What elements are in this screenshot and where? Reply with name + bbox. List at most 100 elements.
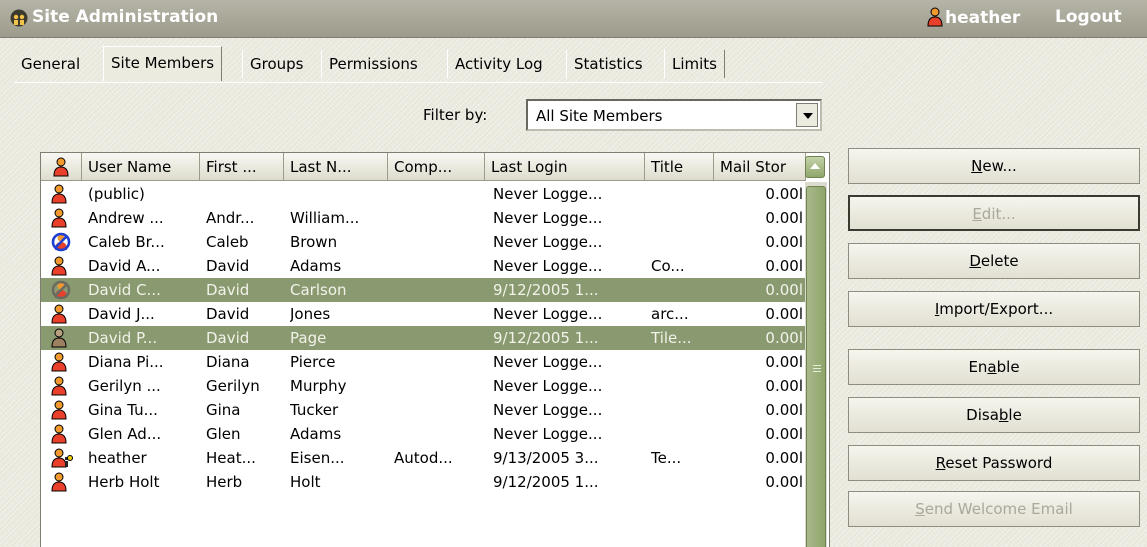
import-export-button[interactable]: Import/Export... bbox=[848, 291, 1140, 327]
cell-last-login: Never Logge... bbox=[493, 257, 603, 275]
button-label-part: end Welcome Email bbox=[924, 500, 1073, 518]
column-header-title[interactable]: Title bbox=[645, 153, 714, 181]
cell-user-name: Herb Holt bbox=[88, 473, 160, 491]
cell-first-name: David bbox=[206, 305, 250, 323]
column-header-last-name[interactable]: Last N... bbox=[284, 153, 388, 181]
cell-mail-storage: 0.00l bbox=[765, 305, 803, 323]
cell-last-login: Never Logge... bbox=[493, 425, 603, 443]
column-header-status[interactable] bbox=[41, 153, 82, 181]
cell-last-login: Never Logge... bbox=[493, 209, 603, 227]
disable-button[interactable]: Disable bbox=[848, 397, 1140, 433]
cell-last-name: Eisen... bbox=[290, 449, 345, 467]
cell-last-name: Tucker bbox=[290, 401, 339, 419]
cell-user-name: Andrew ... bbox=[88, 209, 164, 227]
cell-first-name: Diana bbox=[206, 353, 250, 371]
scroll-up-button[interactable] bbox=[805, 156, 825, 178]
button-label-part: elete bbox=[980, 252, 1019, 270]
user-icon bbox=[51, 208, 73, 232]
user-icon bbox=[51, 256, 73, 280]
table-row[interactable]: Gerilyn ... Gerilyn Murphy Never Logge... 0.… bbox=[41, 374, 805, 398]
enable-button[interactable]: Enable bbox=[848, 349, 1140, 385]
cell-company bbox=[394, 254, 483, 278]
table-row[interactable]: Andrew ... Andr... William... Never Logge..… bbox=[41, 206, 805, 230]
column-header-last-login[interactable]: Last Login bbox=[485, 153, 645, 181]
cell-first-name: Herb bbox=[206, 473, 243, 491]
cell-title bbox=[651, 182, 712, 206]
cell-user-name: Diana Pi... bbox=[88, 353, 164, 371]
cell-last-login: Never Logge... bbox=[493, 401, 603, 419]
admin-user-icon bbox=[51, 448, 73, 472]
cell-last-name: Page bbox=[290, 329, 327, 347]
table-row[interactable]: heather Heat... Eisen... Autod... 9/13/2005 … bbox=[41, 446, 805, 470]
send-welcome-email-button[interactable]: Send Welcome Email bbox=[848, 491, 1140, 527]
cell-last-name: Murphy bbox=[290, 377, 347, 395]
button-label-part: mport/Export... bbox=[939, 300, 1054, 318]
button-label-part: le bbox=[1008, 406, 1022, 424]
table-row[interactable]: Gina Tu... Gina Tucker Never Logge... 0.00l bbox=[41, 398, 805, 422]
table-row[interactable]: Caleb Br... Caleb Brown Never Logge... 0.00l bbox=[41, 230, 805, 254]
user-icon bbox=[51, 400, 73, 424]
table-row[interactable]: David A... David Adams Never Logge... Co... 0… bbox=[41, 254, 805, 278]
cell-company bbox=[394, 230, 483, 254]
vertical-scrollbar[interactable] bbox=[805, 182, 827, 547]
cell-last-login: 9/12/2005 1... bbox=[493, 329, 599, 347]
scrollbar-thumb[interactable] bbox=[806, 186, 826, 547]
cell-title: Tile... bbox=[651, 329, 692, 347]
tab-activity-log[interactable]: Activity Log bbox=[447, 50, 550, 78]
table-row[interactable]: Herb Holt Herb Holt 9/12/2005 1... 0.00l bbox=[41, 470, 805, 494]
column-header-user-name[interactable]: User Name bbox=[82, 153, 200, 181]
tab-site-members[interactable]: Site Members bbox=[103, 46, 223, 81]
title-bar: Site Administration heather Logout bbox=[0, 0, 1147, 38]
user-icon bbox=[51, 328, 73, 352]
user-icon bbox=[51, 424, 73, 448]
cell-first-name: David bbox=[206, 257, 250, 275]
cell-last-login: Never Logge... bbox=[493, 305, 603, 323]
button-label-part: S bbox=[915, 500, 925, 518]
tab-general[interactable]: General bbox=[14, 50, 87, 78]
button-label-part: Disa bbox=[966, 406, 999, 424]
cell-title: arc... bbox=[651, 305, 689, 323]
table-row[interactable]: David J... David Jones Never Logge... arc...… bbox=[41, 302, 805, 326]
filter-label: Filter by: bbox=[423, 106, 488, 124]
cell-company bbox=[394, 350, 483, 374]
button-label-part: eset Password bbox=[945, 454, 1053, 472]
edit-button[interactable]: Edit... bbox=[848, 195, 1140, 231]
column-header-first-name[interactable]: First ... bbox=[200, 153, 284, 181]
cell-mail-storage: 0.00l bbox=[765, 281, 803, 299]
tab-statistics[interactable]: Statistics bbox=[566, 50, 650, 78]
filter-dropdown[interactable]: All Site Members bbox=[526, 99, 822, 131]
table-row[interactable]: David P... David Page 9/12/2005 1... Tile...… bbox=[41, 326, 805, 350]
delete-button[interactable]: Delete bbox=[848, 243, 1140, 279]
cell-company bbox=[394, 302, 483, 326]
cell-title bbox=[651, 422, 712, 446]
column-header-mail-storage[interactable]: Mail Stor bbox=[714, 153, 806, 181]
table-row[interactable]: Diana Pi... Diana Pierce Never Logge... 0.00… bbox=[41, 350, 805, 374]
cell-title bbox=[651, 398, 712, 422]
table-row[interactable]: David C... David Carlson 9/12/2005 1... 0.00… bbox=[41, 278, 805, 302]
cell-user-name: David J... bbox=[88, 305, 155, 323]
cell-first-name: Caleb bbox=[206, 233, 249, 251]
cell-user-name: (public) bbox=[88, 185, 145, 203]
app-title: Site Administration bbox=[32, 7, 219, 27]
button-label-part: En bbox=[968, 358, 988, 376]
logout-link[interactable]: Logout bbox=[1055, 7, 1122, 27]
user-column-icon bbox=[53, 157, 69, 177]
new-button[interactable]: New... bbox=[848, 148, 1140, 184]
cell-last-name: Holt bbox=[290, 473, 321, 491]
user-icon bbox=[927, 7, 943, 27]
table-header: User Name First ... Last N... Comp... La… bbox=[41, 153, 829, 182]
table-row[interactable]: (public) Never Logge... 0.00l bbox=[41, 182, 805, 206]
reset-password-button[interactable]: Reset Password bbox=[848, 445, 1140, 481]
cell-title bbox=[651, 230, 712, 254]
tab-permissions[interactable]: Permissions bbox=[321, 50, 425, 78]
column-header-company[interactable]: Comp... bbox=[388, 153, 485, 181]
members-table: User Name First ... Last N... Comp... La… bbox=[40, 152, 830, 547]
user-icon bbox=[51, 184, 73, 208]
table-row[interactable]: Glen Ad... Glen Adams Never Logge... 0.00l bbox=[41, 422, 805, 446]
dropdown-arrow-icon[interactable] bbox=[796, 103, 818, 127]
tab-limits[interactable]: Limits bbox=[664, 50, 725, 78]
user-icon bbox=[51, 376, 73, 400]
cell-company: Autod... bbox=[394, 449, 453, 467]
tab-groups[interactable]: Groups bbox=[242, 50, 310, 78]
cell-title bbox=[651, 206, 712, 230]
